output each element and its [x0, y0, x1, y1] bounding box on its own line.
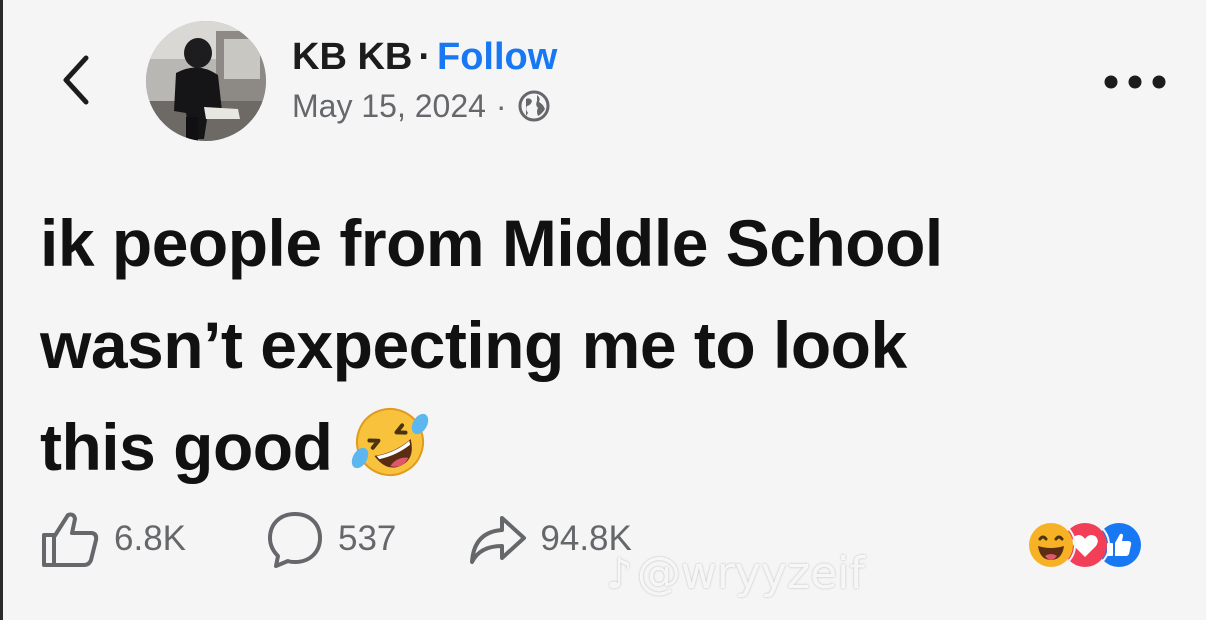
globe-icon [517, 89, 551, 123]
meta-separator: · [495, 88, 507, 124]
tiktok-watermark: ♪ @wryyzeif [606, 548, 865, 599]
back-button[interactable] [50, 50, 100, 110]
post-line-2: wasn’t expecting me to look [40, 308, 907, 382]
share-arrow-icon [470, 516, 527, 564]
screen-edge [0, 0, 3, 620]
watermark-handle: @wryyzeif [636, 548, 865, 599]
meta-row: May 15, 2024 · [292, 86, 557, 126]
post-header: KB KB · Follow May 15, 2024 · [292, 34, 557, 126]
more-horizontal-icon [1104, 75, 1166, 89]
thumbs-up-icon [42, 512, 99, 567]
separator-dot: · [418, 36, 431, 78]
comment-button[interactable]: 537 [264, 508, 396, 570]
post-line-3-text: this good [40, 410, 333, 484]
name-row: KB KB · Follow [292, 34, 557, 80]
reaction-summary[interactable] [1026, 520, 1176, 570]
follow-button[interactable]: Follow [437, 36, 557, 78]
comment-count: 537 [338, 519, 397, 558]
post-line-3: this good [40, 396, 1180, 498]
more-options-button[interactable] [1100, 62, 1170, 102]
tiktok-logo-icon: ♪ [606, 549, 633, 598]
post-actions: 6.8K 537 94.8K [38, 508, 632, 570]
avatar[interactable] [146, 21, 266, 141]
like-count: 6.8K [114, 519, 186, 558]
avatar-photo [146, 21, 266, 141]
post-line-1: ik people from Middle School [40, 206, 943, 280]
comment-bubble-icon [268, 512, 322, 568]
author-name[interactable]: KB KB [292, 36, 412, 78]
rofl-emoji-icon [350, 402, 430, 482]
chevron-left-icon [63, 55, 89, 105]
haha-reaction-icon [1026, 520, 1076, 570]
like-button[interactable]: 6.8K [38, 507, 186, 571]
post-date[interactable]: May 15, 2024 [292, 86, 486, 126]
post-text: ik people from Middle School wasn’t expe… [40, 192, 1180, 498]
